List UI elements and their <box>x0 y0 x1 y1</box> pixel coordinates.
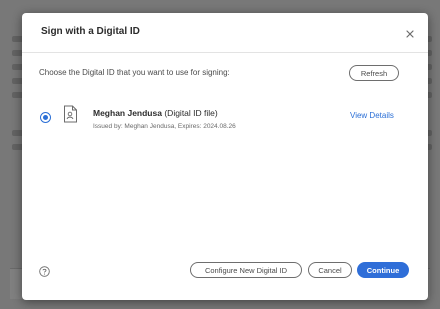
radio-selected-dot <box>43 115 48 120</box>
view-details-link[interactable]: View Details <box>350 111 394 120</box>
continue-button[interactable]: Continue <box>357 262 409 278</box>
digital-id-radio[interactable] <box>40 112 51 123</box>
sign-digital-id-dialog: Sign with a Digital ID Choose the Digita… <box>22 13 428 300</box>
digital-id-name: Meghan Jendusa <box>93 108 162 118</box>
help-icon[interactable] <box>39 264 50 277</box>
header-divider <box>22 52 428 53</box>
digital-id-issuer: Issued by: Meghan Jendusa, Expires: 2024… <box>93 123 236 130</box>
choose-id-prompt: Choose the Digital ID that you want to u… <box>39 68 230 77</box>
cancel-button[interactable]: Cancel <box>308 262 352 278</box>
digital-id-file-icon <box>63 105 78 123</box>
configure-new-digital-id-button[interactable]: Configure New Digital ID <box>190 262 302 278</box>
dialog-title: Sign with a Digital ID <box>41 26 140 37</box>
refresh-button[interactable]: Refresh <box>349 65 399 81</box>
digital-id-type: (Digital ID file) <box>164 108 218 118</box>
digital-id-entry[interactable]: Meghan Jendusa (Digital ID file) <box>93 108 218 118</box>
close-icon[interactable] <box>404 27 416 39</box>
